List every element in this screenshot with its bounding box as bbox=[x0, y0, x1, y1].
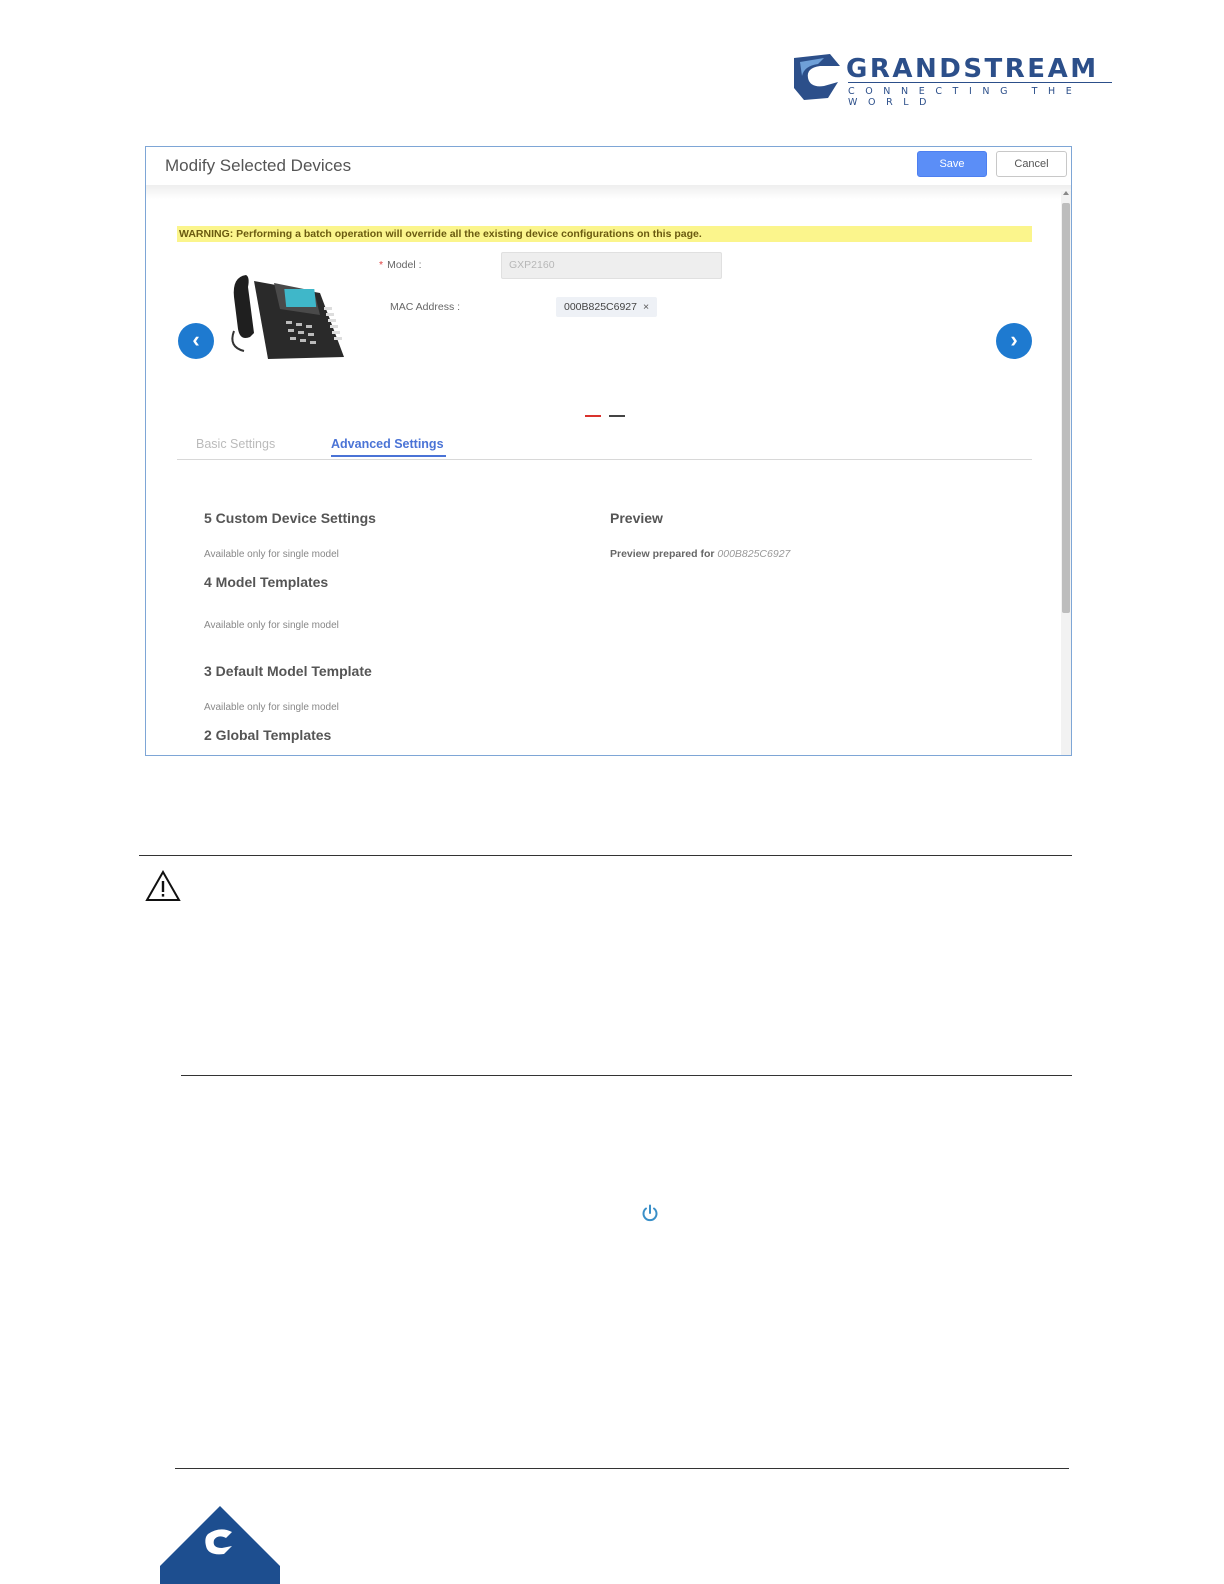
preview-label-text: Preview prepared for bbox=[610, 548, 715, 560]
required-marker: * bbox=[379, 259, 384, 271]
previous-device-button[interactable]: ‹ bbox=[178, 323, 214, 359]
carousel-indicator-active[interactable] bbox=[585, 415, 601, 417]
section-title: 4 Model Templates bbox=[204, 574, 329, 590]
grandstream-logo-icon bbox=[794, 54, 840, 100]
model-label: * Model : bbox=[379, 259, 422, 271]
section-note: Available only for single model bbox=[204, 702, 339, 713]
remove-mac-icon[interactable]: × bbox=[643, 301, 649, 313]
power-icon bbox=[642, 1204, 658, 1222]
section-rule-top bbox=[139, 855, 1072, 856]
chevron-left-icon: ‹ bbox=[192, 327, 200, 352]
section-rule-middle bbox=[181, 1075, 1072, 1076]
preview-prepared-for: Preview prepared for 000B825C6927 bbox=[610, 548, 790, 560]
mac-address-value: 000B825C6927 bbox=[564, 301, 637, 313]
warning-icon bbox=[145, 870, 181, 901]
dialog-header: Modify Selected Devices Save Cancel bbox=[146, 147, 1071, 185]
preview-mac-value: 000B825C6927 bbox=[717, 548, 791, 560]
logo-tagline: CONNECTING THE WORLD bbox=[848, 86, 1083, 108]
save-button[interactable]: Save bbox=[917, 151, 987, 177]
modify-devices-dialog: Modify Selected Devices Save Cancel WARN… bbox=[145, 146, 1072, 756]
grandstream-logo: GRANDSTREAM CONNECTING THE WORLD bbox=[790, 52, 1120, 108]
chevron-right-icon: › bbox=[1010, 327, 1018, 352]
active-tab-indicator bbox=[331, 455, 446, 457]
carousel-indicator[interactable] bbox=[609, 415, 625, 417]
logo-brand-text: GRANDSTREAM bbox=[846, 54, 1099, 84]
tabs-divider bbox=[177, 459, 1032, 460]
preview-title: Preview bbox=[610, 510, 663, 526]
mac-address-label: MAC Address : bbox=[390, 301, 461, 313]
section-note: Available only for single model bbox=[204, 549, 339, 560]
model-field[interactable]: GXP2160 bbox=[501, 252, 722, 279]
section-title: 2 Global Templates bbox=[204, 727, 332, 743]
tab-basic-settings[interactable]: Basic Settings bbox=[196, 437, 275, 451]
scrollbar-thumb[interactable] bbox=[1062, 203, 1070, 613]
footer-rule bbox=[175, 1468, 1069, 1469]
footer-logo-icon bbox=[160, 1506, 280, 1584]
scroll-up-arrow-icon[interactable] bbox=[1063, 191, 1069, 195]
batch-warning-banner: WARNING: Performing a batch operation wi… bbox=[177, 226, 1032, 242]
header-divider bbox=[146, 185, 1071, 199]
phone-image bbox=[231, 275, 344, 359]
section-title: 5 Custom Device Settings bbox=[204, 510, 376, 526]
section-title: 3 Default Model Template bbox=[204, 663, 372, 679]
tab-advanced-settings[interactable]: Advanced Settings bbox=[331, 437, 444, 451]
cancel-button[interactable]: Cancel bbox=[996, 151, 1067, 177]
dialog-title: Modify Selected Devices bbox=[165, 156, 352, 175]
logo-rule bbox=[848, 82, 1112, 83]
mac-address-tag: 000B825C6927 × bbox=[556, 297, 658, 317]
next-device-button[interactable]: › bbox=[996, 323, 1032, 359]
section-note: Available only for single model bbox=[204, 620, 339, 631]
